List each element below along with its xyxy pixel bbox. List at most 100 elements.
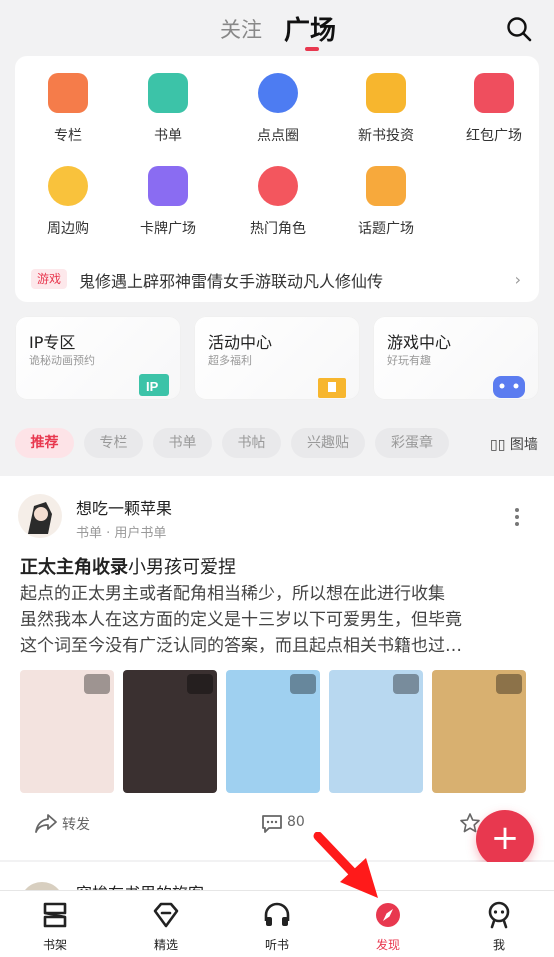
shortcut-card[interactable]: 卡牌广场 [118, 166, 218, 238]
shortcut-role[interactable]: 热门角色 [228, 166, 328, 238]
comment-count: 80 [287, 814, 305, 830]
shortcut-label: 周边购 [47, 221, 89, 237]
book-cover[interactable] [20, 670, 114, 793]
filter-chip[interactable]: 兴趣贴 [291, 428, 365, 458]
shortcut-label: 专栏 [54, 128, 82, 144]
post-meta: 书单 · 用户书单 [76, 526, 167, 541]
shortcut-label: 新书投资 [358, 128, 414, 144]
grid-icon: ▯▯ [490, 437, 506, 453]
shortcut-invest[interactable]: 新书投资 [336, 73, 436, 145]
share-icon[interactable] [34, 812, 58, 834]
role-icon [258, 166, 298, 206]
chevron-right-icon: › [514, 270, 521, 289]
headphones-icon [264, 902, 290, 926]
create-post-button[interactable]: + [476, 810, 534, 868]
nav-label: 精选 [153, 938, 178, 952]
tab-square[interactable]: 广场 [284, 10, 336, 47]
top-bar [0, 0, 554, 56]
bottom-nav: 书架 精选 听书 发现 我 [0, 890, 554, 957]
share-label[interactable]: 转发 [62, 814, 90, 834]
book-cover[interactable] [226, 670, 320, 793]
filter-chip[interactable]: 专栏 [84, 428, 143, 458]
filter-chip[interactable]: 彩蛋章 [375, 428, 449, 458]
post-body-line: 虽然我本人在这方面的定义是十三岁以下可爱男生，但毕竟 [20, 610, 462, 630]
filter-chip[interactable]: 书单 [153, 428, 212, 458]
feature-ip-zone[interactable]: IP专区 诡秘动画预约 IP [15, 316, 181, 400]
invest-icon [366, 73, 406, 113]
ip-icon: IP [139, 374, 169, 396]
add-shelf-icon[interactable] [290, 674, 316, 694]
filter-chip[interactable]: 书帖 [222, 428, 281, 458]
shortcut-column[interactable]: 专栏 [18, 73, 118, 145]
post-title-rest: 小男孩可爱捏 [128, 557, 236, 578]
shortcut-label: 话题广场 [358, 221, 414, 237]
compass-icon [376, 903, 400, 927]
add-shelf-icon[interactable] [393, 674, 419, 694]
shortcut-topic[interactable]: 话题广场 [336, 166, 436, 238]
nav-label: 我 [492, 938, 505, 952]
shortcut-label: 热门角色 [250, 221, 306, 237]
image-wall-label: 图墙 [509, 437, 538, 453]
feature-subtitle: 超多福利 [208, 354, 252, 367]
book-cover[interactable] [432, 670, 526, 793]
column-icon [48, 73, 88, 113]
feature-game-center[interactable]: 游戏中心 好玩有趣 [373, 316, 539, 400]
book-cover[interactable] [329, 670, 423, 793]
nav-label: 发现 [375, 938, 400, 952]
fox-icon [48, 166, 88, 206]
feature-subtitle: 好玩有趣 [387, 354, 431, 367]
tab-indicator [305, 47, 319, 51]
add-shelf-icon[interactable] [187, 674, 213, 694]
feature-title: IP专区 [29, 333, 76, 352]
nav-label: 书架 [42, 938, 67, 952]
booklist-icon [148, 73, 188, 113]
profile-icon [488, 901, 510, 929]
nav-label: 听书 [264, 938, 289, 952]
post-title[interactable]: 正太主角收录小男孩可爱捏 [20, 553, 236, 579]
feature-subtitle: 诡秘动画预约 [29, 354, 95, 367]
search-icon[interactable] [506, 16, 532, 42]
svg-text:IP: IP [146, 379, 159, 394]
shortcut-label: 点点圈 [257, 128, 299, 144]
post-title-bold: 正太主角收录 [20, 557, 128, 578]
avatar[interactable] [20, 882, 64, 890]
circle-icon [258, 73, 298, 113]
topic-icon [366, 166, 406, 206]
post-actions: 转发 80 [0, 808, 554, 848]
shortcut-circle[interactable]: 点点圈 [228, 73, 328, 145]
post-body[interactable]: 起点的正太男主或者配角相当稀少，所以想在此进行收集 虽然我本人在这方面的定义是十… [20, 581, 536, 659]
more-icon[interactable] [514, 507, 520, 527]
post-body-line: 起点的正太男主或者配角相当稀少，所以想在此进行收集 [20, 584, 445, 604]
comment-icon[interactable] [261, 814, 283, 834]
gamepad-icon [493, 376, 525, 398]
shortcut-redpacket[interactable]: 红包广场 [444, 73, 544, 145]
post-body-line: 这个词至今没有广泛认同的答案，而且起点相关书籍也过… [20, 636, 462, 656]
redpacket-icon [474, 73, 514, 113]
promo-text: 鬼修遇上辟邪神雷倩女手游联动凡人修仙传 [79, 272, 384, 291]
feature-title: 游戏中心 [387, 333, 452, 352]
filter-chip[interactable]: 推荐 [15, 428, 74, 458]
feature-activity-center[interactable]: 活动中心 超多福利 [194, 316, 360, 400]
promo-banner[interactable]: 游戏 鬼修遇上辟邪神雷倩女手游联动凡人修仙传 › [15, 260, 539, 300]
post-author[interactable]: 穿梭在书里的旅客 [76, 880, 204, 890]
book-cover[interactable] [123, 670, 217, 793]
gift-icon [318, 378, 346, 398]
avatar[interactable] [18, 494, 62, 538]
shortcut-booklist[interactable]: 书单 [118, 73, 218, 145]
tab-follow[interactable]: 关注 [220, 14, 262, 44]
feature-title: 活动中心 [208, 333, 273, 352]
image-wall-toggle[interactable]: ▯▯ 图墙 [490, 434, 538, 454]
shortcut-label: 卡牌广场 [140, 221, 196, 237]
card-icon [148, 166, 188, 206]
add-shelf-icon[interactable] [84, 674, 110, 694]
post-card[interactable]: 穿梭在书里的旅客 [0, 862, 554, 890]
shortcut-fox[interactable]: 周边购 [18, 166, 118, 238]
add-shelf-icon[interactable] [496, 674, 522, 694]
diamond-icon [153, 902, 179, 928]
shortcut-label: 红包广场 [466, 128, 522, 144]
promo-tag: 游戏 [31, 269, 68, 289]
arrow-annotation-icon [313, 832, 378, 898]
post-author[interactable]: 想吃一颗苹果 [76, 495, 172, 519]
bookshelf-icon [43, 902, 67, 928]
shortcut-label: 书单 [154, 128, 182, 144]
